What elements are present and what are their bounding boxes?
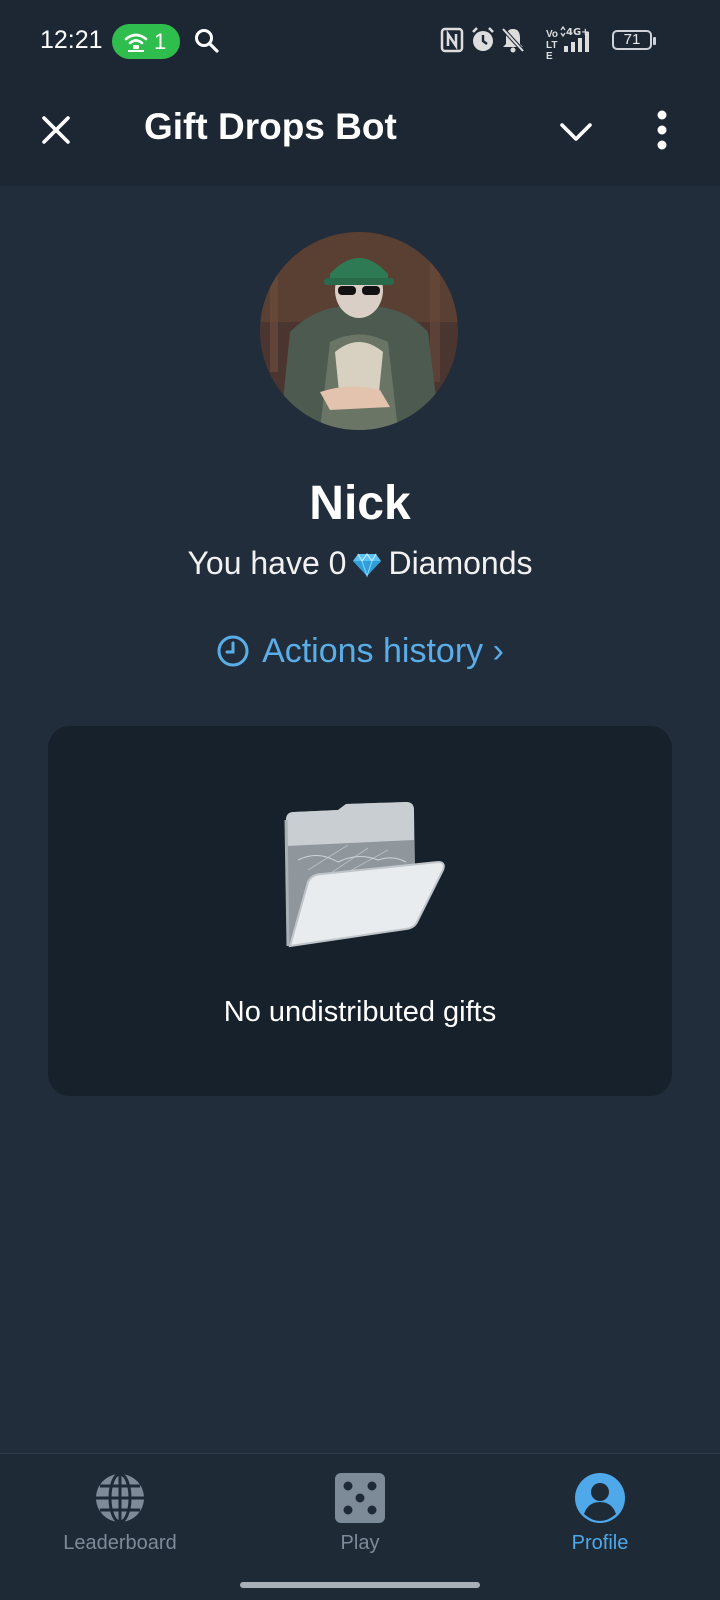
nav-item-profile[interactable]: Profile — [500, 1472, 700, 1555]
volte-indicator: Vo LTE — [546, 29, 559, 62]
hotspot-indicator[interactable]: 1 — [112, 24, 180, 59]
avatar-image — [260, 232, 458, 430]
hotspot-count: 1 — [154, 29, 167, 54]
battery-level: 71 — [623, 31, 641, 48]
balance-prefix: You have 0 — [187, 545, 347, 581]
nfc-icon — [440, 27, 464, 53]
alarm-icon — [472, 27, 494, 51]
profile-name: Nick — [309, 477, 411, 530]
balance-suffix: Diamonds — [388, 545, 533, 581]
empty-folder-icon — [284, 802, 445, 948]
status-time: 12:21 — [40, 26, 103, 54]
nav-item-leaderboard[interactable]: Leaderboard — [20, 1472, 220, 1555]
nav-label-leaderboard: Leaderboard — [63, 1532, 177, 1554]
search-icon — [195, 29, 219, 53]
empty-gifts-message: No undistributed gifts — [223, 996, 497, 1028]
status-bar: 12:21 1 Vo LTE 4G+ 71 — [0, 0, 720, 84]
gifts-card: No undistributed gifts — [48, 726, 672, 1096]
signal-icon: 4G+ — [560, 26, 590, 52]
page-title: Gift Drops Bot — [144, 106, 397, 147]
avatar[interactable] — [260, 232, 458, 430]
actions-history-label: Actions history › — [262, 632, 504, 670]
mute-icon — [501, 27, 525, 53]
hotspot-icon — [124, 33, 148, 52]
more-options-button[interactable] — [650, 108, 674, 152]
dice-icon — [335, 1473, 385, 1523]
clock-icon — [217, 635, 249, 667]
diamond-balance: You have 0 Diamonds — [0, 545, 720, 582]
home-indicator[interactable] — [240, 1582, 480, 1588]
battery-indicator: 71 — [612, 30, 656, 50]
app-header: Gift Drops Bot — [0, 84, 720, 186]
profile-icon — [575, 1473, 625, 1523]
chevron-down-icon[interactable] — [556, 112, 596, 152]
globe-icon — [96, 1472, 144, 1524]
diamond-icon — [353, 552, 382, 578]
screen: 12:21 1 Vo LTE 4G+ 71 Gift Drops Bot Nic… — [0, 0, 720, 1600]
nav-label-profile: Profile — [571, 1532, 629, 1554]
close-button[interactable] — [36, 110, 76, 150]
nav-item-play[interactable]: Play — [260, 1472, 460, 1555]
bottom-nav: Leaderboard Play Profile — [0, 1453, 720, 1600]
nav-label-play: Play — [340, 1532, 380, 1554]
actions-history-link[interactable]: Actions history › — [0, 632, 720, 671]
